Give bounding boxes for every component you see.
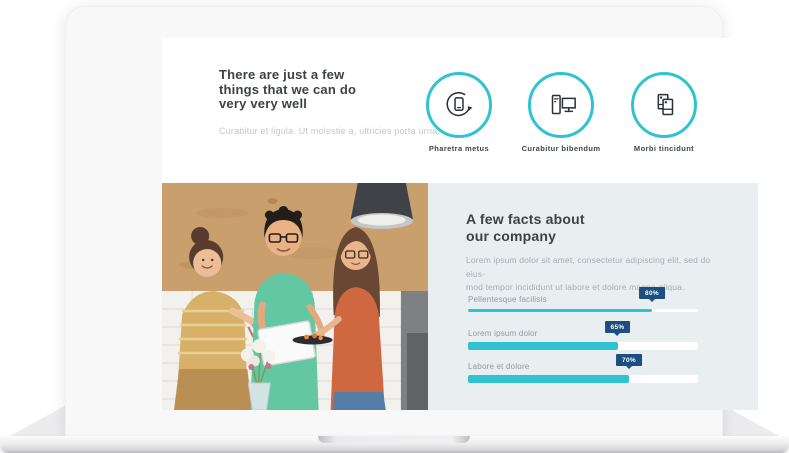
progress-fill <box>468 309 652 312</box>
facts-title-line: our company <box>466 228 585 245</box>
progress-track <box>468 342 698 350</box>
feature-label: Curabitur bibendum <box>506 144 616 153</box>
feature-circle <box>631 72 697 138</box>
progress-value-badge: 65% <box>605 321 631 333</box>
progress-track <box>468 309 698 312</box>
hero-title: There are just a few things that we can … <box>219 68 356 112</box>
laptop-base-notch <box>318 436 470 443</box>
feature-circle <box>528 72 594 138</box>
desktop-computer-icon <box>544 88 578 122</box>
phone-sync-icon <box>442 88 476 122</box>
feature-label: Morbi tincidunt <box>609 144 719 153</box>
feature-circle <box>426 72 492 138</box>
progress-track <box>468 375 698 383</box>
facts-title: A few facts about our company <box>466 211 585 245</box>
laptop-screen-bezel: There are just a few things that we can … <box>65 6 723 437</box>
mobile-devices-icon <box>647 88 681 122</box>
progress-bar-labore: Labore et dolore 70% <box>468 356 698 386</box>
progress-bar-pellentesque: Pellentesque facilisis 80% <box>468 289 698 319</box>
hero-title-line: things that we can do <box>219 83 356 98</box>
facts-title-line: A few facts about <box>466 211 585 228</box>
hero-title-line: very very well <box>219 97 356 112</box>
feature-label: Pharetra metus <box>404 144 514 153</box>
feature-morbi-tincidunt: Morbi tincidunt <box>609 72 719 153</box>
progress-bar-lorem: Lorem ipsum dolor 65% <box>468 323 698 353</box>
laptop-mockup-page: There are just a few things that we can … <box>0 0 789 453</box>
website-viewport: There are just a few things that we can … <box>162 38 758 410</box>
progress-value-badge: 80% <box>639 287 665 299</box>
feature-curabitur-bibendum: Curabitur bibendum <box>506 72 616 153</box>
progress-fill <box>468 342 618 350</box>
team-photo <box>162 183 428 410</box>
progress-label: Labore et dolore <box>468 362 529 371</box>
progress-label: Pellentesque facilisis <box>468 295 547 304</box>
team-photo-illustration <box>162 183 428 410</box>
facts-body-line: Lorem ipsum dolor sit amet, consectetur … <box>466 254 716 281</box>
hero-title-line: There are just a few <box>219 68 356 83</box>
feature-pharetra-metus: Pharetra metus <box>404 72 514 153</box>
progress-label: Lorem ipsum dolor <box>468 329 538 338</box>
progress-value-badge: 70% <box>616 354 642 366</box>
laptop-shadow-left <box>8 404 68 437</box>
facts-section: A few facts about our company Lorem ipsu… <box>428 183 758 410</box>
progress-fill <box>468 375 629 383</box>
